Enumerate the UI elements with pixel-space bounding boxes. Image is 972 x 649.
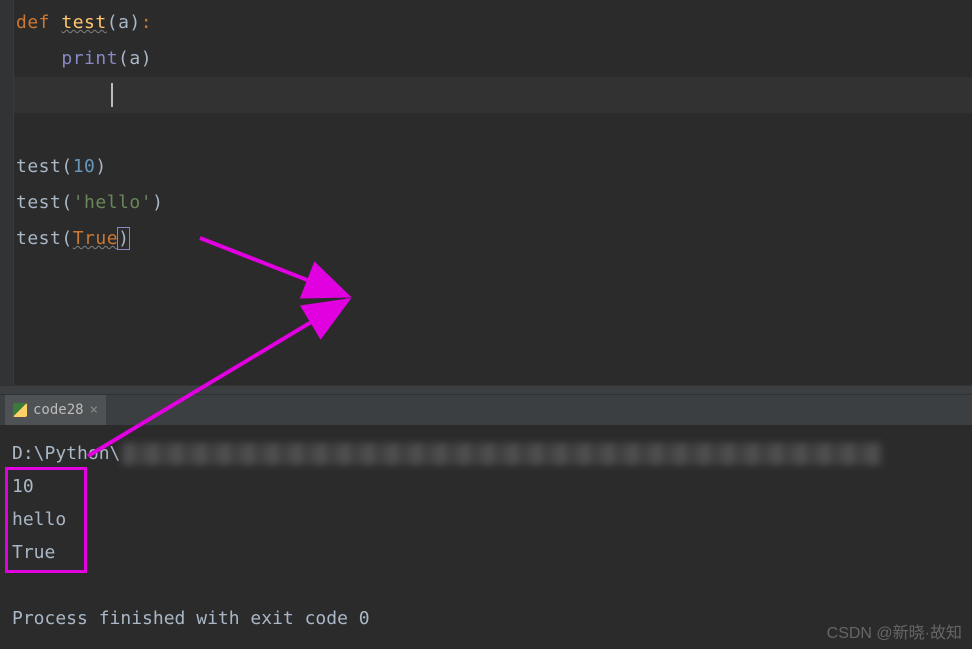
editor-gutter <box>0 0 14 385</box>
console-output-line: 10 <box>12 470 960 503</box>
console-exit-line: Process finished with exit code 0 <box>12 602 960 635</box>
builtin-print: print <box>61 48 118 69</box>
text-caret <box>111 83 113 107</box>
watermark: CSDN @新晓·故知 <box>827 619 962 643</box>
paren-open: ( <box>107 12 118 33</box>
console-path-line: D:\Python\ <box>12 437 960 470</box>
code-line-empty[interactable] <box>16 113 972 149</box>
paren-close: ) <box>141 48 152 69</box>
function-call: test <box>16 192 61 213</box>
paren-open: ( <box>61 192 72 213</box>
console-output-line: hello <box>12 503 960 536</box>
function-call: test <box>16 228 61 249</box>
close-icon[interactable]: × <box>90 402 98 418</box>
parameter: a <box>118 12 129 33</box>
number-literal: 10 <box>73 156 96 177</box>
paren-open: ( <box>61 156 72 177</box>
code-line[interactable]: test(10) <box>16 149 972 185</box>
panel-divider[interactable] <box>0 385 972 395</box>
console-empty-line <box>12 569 960 602</box>
console-tab[interactable]: code28 × <box>5 395 106 425</box>
string-literal: 'hello' <box>73 192 152 213</box>
code-line-cursor[interactable] <box>16 77 972 113</box>
bool-literal: True <box>73 228 118 249</box>
function-call: test <box>16 156 61 177</box>
function-name: test <box>61 12 106 33</box>
console-output-line: True <box>12 536 960 569</box>
tab-label: code28 <box>33 402 84 418</box>
code-line[interactable]: print(a) <box>16 41 972 77</box>
parameter: a <box>129 48 140 69</box>
paren-close: ) <box>95 156 106 177</box>
code-content[interactable]: def test(a): print(a) test(10) test('hel… <box>14 0 972 385</box>
colon: : <box>141 12 152 33</box>
code-line[interactable]: test(True) <box>16 221 972 257</box>
paren-open: ( <box>61 228 72 249</box>
paren-close: ) <box>117 227 130 250</box>
editor-area[interactable]: def test(a): print(a) test(10) test('hel… <box>0 0 972 385</box>
code-line[interactable]: def test(a): <box>16 5 972 41</box>
paren-open: ( <box>118 48 129 69</box>
python-file-icon <box>13 403 27 417</box>
blurred-path <box>122 443 882 465</box>
paren-close: ) <box>152 192 163 213</box>
console-tabs: code28 × <box>0 395 972 425</box>
paren-close: ) <box>129 12 140 33</box>
console-output[interactable]: D:\Python\ 10 hello True Process finishe… <box>0 425 972 647</box>
keyword-def: def <box>16 12 50 33</box>
code-line[interactable]: test('hello') <box>16 185 972 221</box>
